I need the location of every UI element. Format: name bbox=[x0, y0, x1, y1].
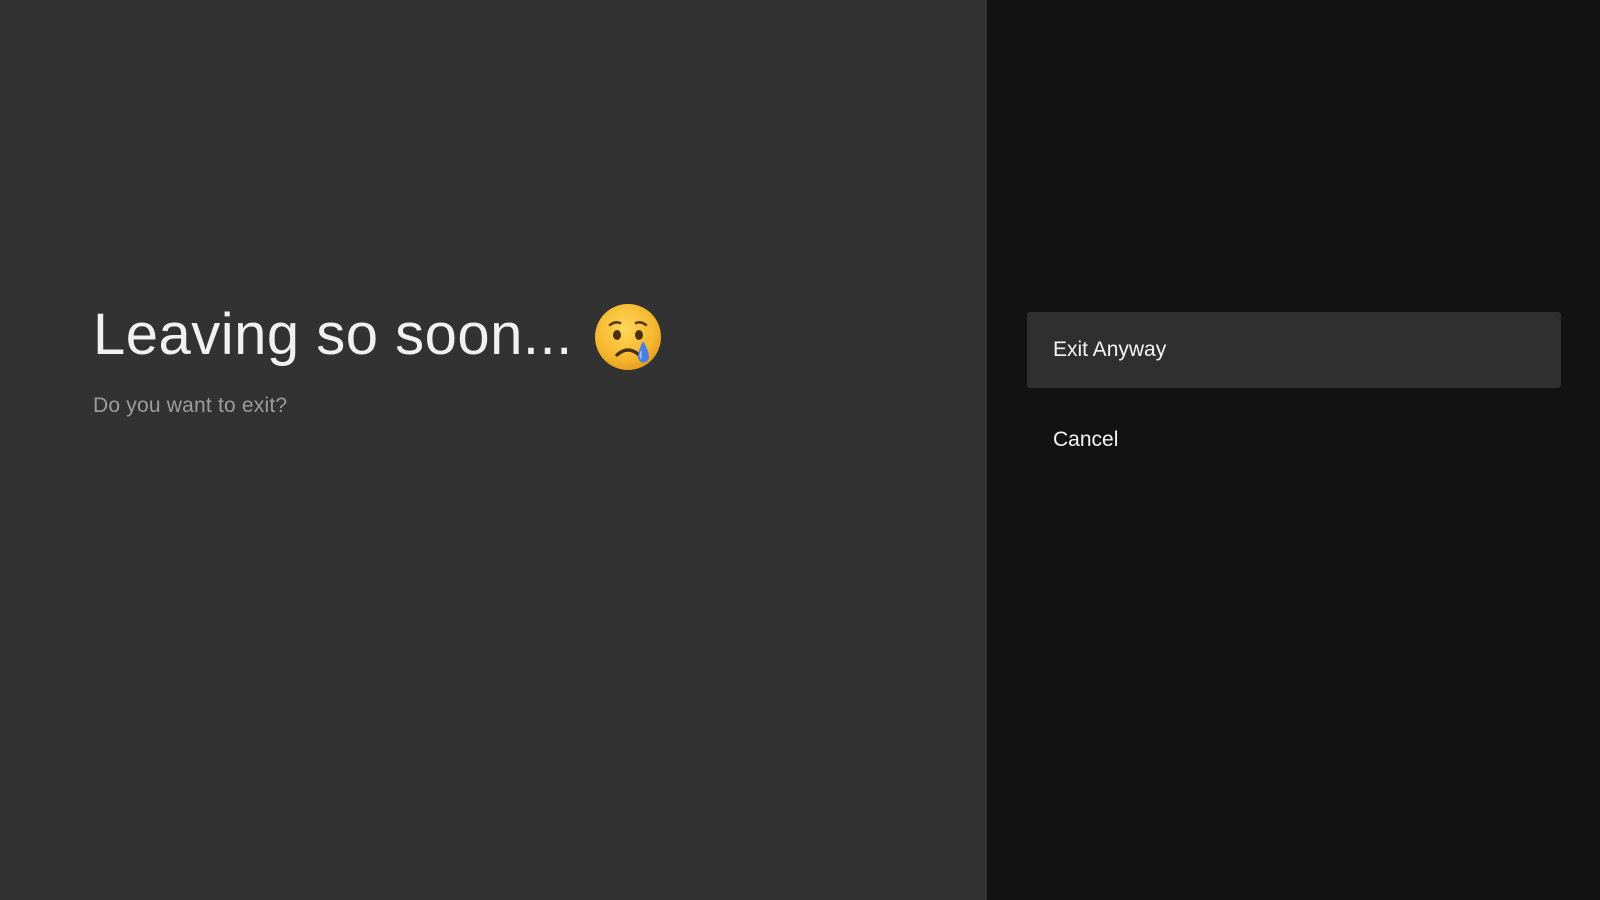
title-row: Leaving so soon... bbox=[93, 298, 663, 372]
guidance-pane: Leaving so soon... Do you want to exit? bbox=[0, 0, 987, 900]
actions-pane: Exit Anyway Cancel bbox=[987, 0, 1600, 900]
page-title: Leaving so soon... bbox=[93, 302, 573, 367]
page-subtitle: Do you want to exit? bbox=[93, 394, 288, 417]
crying-face-icon bbox=[593, 302, 663, 372]
exit-anyway-button[interactable]: Exit Anyway bbox=[1027, 312, 1561, 388]
action-list: Exit Anyway Cancel bbox=[1027, 312, 1561, 492]
guidance-content: Leaving so soon... Do you want to exit? bbox=[93, 298, 663, 418]
cancel-button[interactable]: Cancel bbox=[1027, 402, 1561, 478]
exit-confirmation-screen: Leaving so soon... Do you want to exit? … bbox=[0, 0, 1600, 900]
